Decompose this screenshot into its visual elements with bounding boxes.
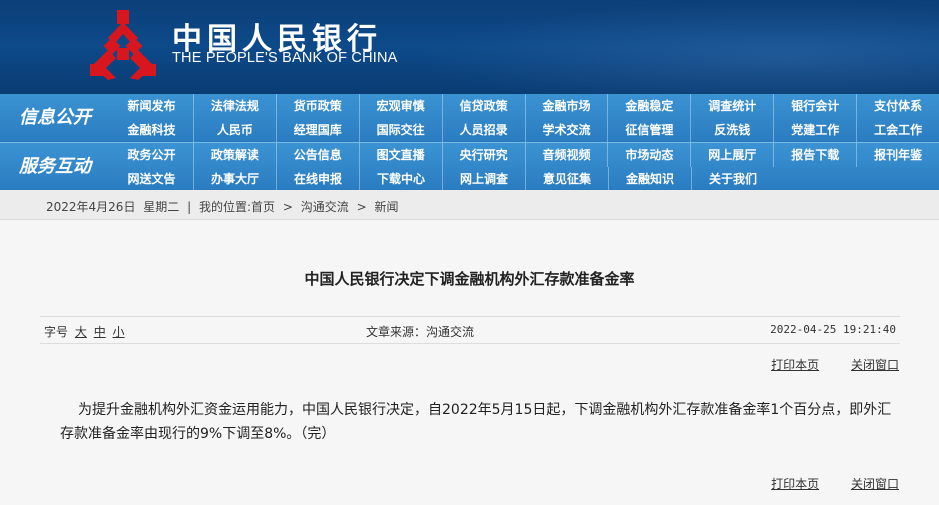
nav-item[interactable]: 经理国库 — [275, 118, 359, 142]
font-medium-link[interactable]: 中 — [94, 325, 106, 339]
site-title-en: THE PEOPLE'S BANK OF CHINA — [172, 50, 398, 66]
nav-item[interactable]: 办事大厅 — [193, 167, 276, 191]
nav-group-label-info[interactable]: 信息公开 — [0, 94, 110, 142]
nav-line: 金融科技 人民币 经理国库 国际交往 人员招录 学术交流 征信管理 反洗钱 党建工作 工会工作 — [110, 118, 939, 142]
breadcrumb-current-link[interactable]: 新闻 — [375, 200, 399, 214]
print-page-link[interactable]: 打印本页 — [771, 477, 819, 491]
nav-item[interactable]: 金融市场 — [524, 94, 608, 118]
nav-item[interactable]: 下载中心 — [359, 167, 442, 191]
nav-item[interactable]: 政策解读 — [192, 143, 276, 167]
nav-item[interactable]: 货币政策 — [275, 94, 359, 118]
nav-item[interactable]: 金融稳定 — [607, 94, 690, 118]
current-weekday: 星期二 — [143, 200, 180, 214]
nav-item[interactable]: 党建工作 — [773, 118, 856, 142]
article-meta: 字号 大 中 小 文章来源：沟通交流 2022-04-25 19:21:40 — [40, 316, 900, 344]
nav-item[interactable]: 国际交往 — [358, 118, 442, 142]
nav-item[interactable]: 音频视频 — [524, 143, 608, 167]
pboc-emblem-icon[interactable] — [86, 8, 160, 82]
current-date: 2022年4月26日 — [46, 200, 136, 214]
nav-group-service: 服务互动 政务公开 政策解读 公告信息 图文直播 央行研究 音频视频 市场动态 网上展厅 报告下… — [0, 142, 939, 191]
location-label: 我的位置: — [199, 200, 252, 214]
font-small-link[interactable]: 小 — [113, 325, 125, 339]
nav-line: 新闻发布 法律法规 货币政策 宏观审慎 信贷政策 金融市场 金融稳定 调查统计 银行会计 支付体系 — [110, 94, 939, 118]
article-source: 文章来源：沟通交流 — [366, 325, 475, 339]
nav-group-info: 信息公开 新闻发布 法律法规 货币政策 宏观审慎 信贷政策 金融市场 金融稳定 调查统计 银行会… — [0, 94, 939, 142]
breadcrumb-arrow: > — [356, 200, 367, 214]
article-body: 为提升金融机构外汇资金运用能力，中国人民银行决定，自2022年5月15日起，下调… — [60, 402, 892, 442]
nav-item[interactable]: 央行研究 — [441, 143, 525, 167]
nav-item[interactable]: 报刊年鉴 — [856, 143, 939, 167]
site-header: 中国人民银行 THE PEOPLE'S BANK OF CHINA — [0, 0, 939, 94]
article-tools-top: 打印本页 关闭窗口 — [743, 356, 899, 373]
nav-item[interactable]: 支付体系 — [856, 94, 939, 118]
nav-item[interactable]: 在线申报 — [276, 167, 359, 191]
nav-item[interactable]: 学术交流 — [524, 118, 608, 142]
nav-item[interactable]: 宏观审慎 — [358, 94, 442, 118]
nav-item[interactable]: 人民币 — [192, 118, 276, 142]
nav-item[interactable]: 市场动态 — [607, 143, 690, 167]
breadcrumb-arrow: > — [282, 200, 293, 214]
font-large-link[interactable]: 大 — [75, 325, 87, 339]
breadcrumb: 2022年4月26日 星期二 | 我的位置:首页 > 沟通交流 > 新闻 — [0, 190, 939, 220]
nav-item[interactable]: 意见征集 — [525, 167, 608, 191]
breadcrumb-section-link[interactable]: 沟通交流 — [301, 200, 349, 214]
nav-item[interactable]: 公告信息 — [275, 143, 359, 167]
nav-item[interactable]: 工会工作 — [856, 118, 939, 142]
nav-item[interactable]: 征信管理 — [607, 118, 690, 142]
nav-item[interactable]: 网上调查 — [442, 167, 525, 191]
close-window-link[interactable]: 关闭窗口 — [851, 358, 899, 372]
nav-item[interactable]: 法律法规 — [192, 94, 276, 118]
close-window-link[interactable]: 关闭窗口 — [851, 477, 899, 491]
article-area: 中国人民银行决定下调金融机构外汇存款准备金率 字号 大 中 小 文章来源：沟通交… — [0, 230, 939, 505]
nav-line: 政务公开 政策解读 公告信息 图文直播 央行研究 音频视频 市场动态 网上展厅 报告下载 报刊年鉴 — [110, 143, 939, 167]
breadcrumb-home-link[interactable]: 首页 — [251, 200, 275, 214]
nav-item[interactable]: 新闻发布 — [110, 94, 193, 118]
nav-item[interactable]: 调查统计 — [690, 94, 773, 118]
font-size-controls: 字号 大 中 小 — [44, 323, 125, 340]
nav-item[interactable]: 金融知识 — [608, 167, 691, 191]
breadcrumb-separator: | — [187, 200, 192, 214]
main-nav: 信息公开 新闻发布 法律法规 货币政策 宏观审慎 信贷政策 金融市场 金融稳定 调查统计 银行会… — [0, 94, 939, 191]
article-title: 中国人民银行决定下调金融机构外汇存款准备金率 — [304, 270, 635, 288]
nav-item[interactable]: 图文直播 — [358, 143, 442, 167]
nav-item[interactable]: 关于我们 — [691, 167, 774, 191]
breadcrumb-inner: 2022年4月26日 星期二 | 我的位置:首页 > 沟通交流 > 新闻 — [46, 198, 403, 215]
nav-item[interactable]: 银行会计 — [773, 94, 856, 118]
nav-item[interactable]: 反洗钱 — [690, 118, 773, 142]
nav-item[interactable]: 报告下载 — [773, 143, 856, 167]
nav-item[interactable]: 网送文告 — [110, 167, 193, 191]
font-size-label: 字号 — [44, 325, 69, 339]
print-page-link[interactable]: 打印本页 — [771, 358, 819, 372]
nav-item[interactable]: 人员招录 — [441, 118, 525, 142]
nav-item[interactable]: 金融科技 — [110, 118, 193, 142]
nav-line: 网送文告 办事大厅 在线申报 下载中心 网上调查 意见征集 金融知识 关于我们 — [110, 167, 939, 191]
nav-item[interactable]: 政务公开 — [110, 143, 193, 167]
nav-group-label-service[interactable]: 服务互动 — [0, 143, 110, 191]
article-datetime: 2022-04-25 19:21:40 — [770, 323, 896, 336]
nav-item[interactable]: 信贷政策 — [441, 94, 525, 118]
article-tools-bottom: 打印本页 关闭窗口 — [743, 475, 899, 492]
nav-item[interactable]: 网上展厅 — [690, 143, 773, 167]
